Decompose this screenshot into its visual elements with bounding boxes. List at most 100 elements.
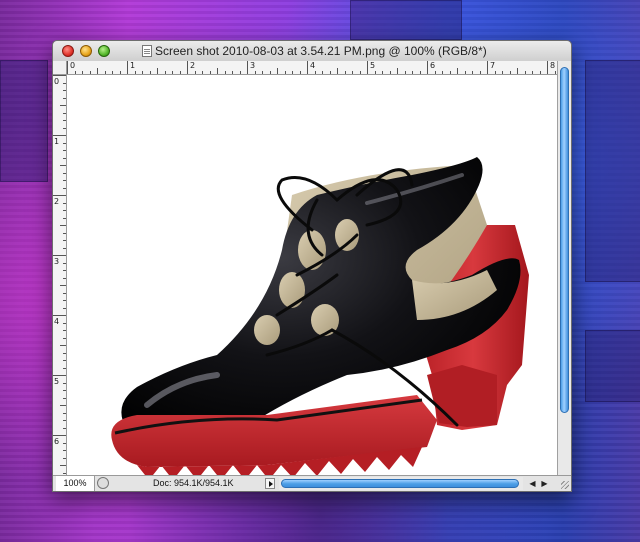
ruler-tick: [97, 68, 98, 74]
ruler-tick: [209, 71, 211, 74]
ruler-tick: [63, 247, 66, 249]
ruler-tick: [63, 127, 66, 129]
ruler-tick: [262, 71, 263, 74]
ruler-tick: [412, 71, 413, 74]
ruler-label: 5: [370, 61, 376, 70]
ruler-tick: [60, 345, 66, 346]
ruler-tick: [292, 71, 293, 74]
horizontal-scrollbar[interactable]: [279, 477, 523, 490]
ruler-origin[interactable]: [53, 61, 67, 75]
ruler-label: 4: [54, 317, 60, 326]
status-bar: 100% Doc: 954.1K/954.1K ◀ ▶: [53, 475, 571, 491]
ruler-tick: [142, 71, 143, 74]
ruler-tick: [63, 472, 66, 474]
ruler-tick: [367, 61, 368, 74]
scroll-left-arrow-icon[interactable]: ◀: [527, 477, 538, 490]
ruler-tick: [457, 68, 458, 74]
ruler-tick: [63, 330, 66, 331]
ruler-tick: [517, 68, 518, 74]
ruler-tick: [374, 71, 376, 74]
ruler-label: 3: [54, 257, 60, 266]
desktop-building: [0, 60, 48, 182]
ruler-tick: [502, 71, 503, 74]
zoom-button[interactable]: [98, 45, 110, 57]
ruler-tick: [63, 217, 66, 219]
ruler-tick: [89, 71, 91, 74]
ruler-tick: [427, 61, 428, 74]
ruler-tick: [63, 112, 66, 114]
ruler-tick: [63, 300, 66, 301]
ruler-tick: [60, 465, 66, 466]
ruler-tick: [419, 71, 421, 74]
vertical-ruler[interactable]: 0 1 2 3 4 5 6: [53, 75, 67, 475]
ruler-tick: [63, 352, 66, 354]
zoom-field[interactable]: 100%: [56, 476, 95, 491]
ruler-tick: [337, 68, 338, 74]
ruler-tick: [112, 71, 113, 74]
ruler-tick: [247, 61, 248, 74]
ruler-tick: [63, 337, 66, 339]
minimize-button[interactable]: [80, 45, 92, 57]
ruler-tick: [63, 382, 66, 384]
status-toggle-icon[interactable]: [97, 477, 109, 489]
ruler-tick: [554, 71, 556, 74]
close-button[interactable]: [62, 45, 74, 57]
ruler-tick: [344, 71, 346, 74]
ruler-tick: [60, 225, 66, 226]
resize-grip-icon[interactable]: [557, 476, 571, 491]
status-menu-arrow-icon[interactable]: [265, 478, 275, 489]
ruler-tick: [539, 71, 541, 74]
vertical-scrollbar[interactable]: [557, 61, 571, 475]
cutout: [254, 315, 280, 345]
ruler-tick: [67, 61, 68, 74]
ruler-tick: [74, 71, 76, 74]
ruler-label: 7: [490, 61, 496, 70]
ruler-tick: [63, 202, 66, 204]
document-size: Doc: 954.1K/954.1K: [153, 478, 234, 488]
image-canvas[interactable]: [67, 75, 557, 475]
ruler-tick: [194, 71, 196, 74]
ruler-tick: [202, 71, 203, 74]
ruler-tick: [63, 292, 66, 294]
ruler-tick: [532, 71, 533, 74]
desktop-building: [585, 60, 640, 282]
ruler-tick: [63, 427, 66, 429]
ruler-tick: [494, 71, 496, 74]
ruler-tick: [314, 71, 316, 74]
ruler-tick: [82, 71, 83, 74]
ruler-tick: [149, 71, 151, 74]
ruler-tick: [63, 367, 66, 369]
ruler-tick: [217, 68, 218, 74]
ruler-label: 3: [250, 61, 256, 70]
ruler-tick: [63, 420, 66, 421]
ruler-tick: [63, 322, 66, 324]
horizontal-ruler[interactable]: 0 1 2 3 4 5 6 7 8: [67, 61, 557, 75]
document-icon[interactable]: [142, 45, 152, 57]
ruler-tick: [127, 61, 128, 74]
ruler-tick: [60, 405, 66, 406]
title-bar[interactable]: Screen shot 2010-08-03 at 3.54.21 PM.png…: [53, 41, 571, 62]
ruler-tick: [442, 71, 443, 74]
ruler-tick: [472, 71, 473, 74]
ruler-tick: [434, 71, 436, 74]
ruler-tick: [397, 68, 398, 74]
ruler-tick: [63, 180, 66, 181]
ruler-tick: [63, 240, 66, 241]
ruler-tick: [53, 315, 66, 316]
ruler-tick: [277, 68, 278, 74]
scroll-right-arrow-icon[interactable]: ▶: [539, 477, 550, 490]
ruler-tick: [63, 412, 66, 414]
ruler-tick: [60, 285, 66, 286]
ruler-tick: [254, 71, 256, 74]
ruler-label: 1: [130, 61, 136, 70]
vertical-scroll-thumb[interactable]: [560, 67, 569, 413]
ruler-label: 0: [70, 61, 76, 70]
ruler-tick: [53, 255, 66, 256]
ruler-tick: [329, 71, 331, 74]
ruler-tick: [63, 232, 66, 234]
horizontal-scroll-thumb[interactable]: [281, 479, 519, 488]
ruler-tick: [389, 71, 391, 74]
ruler-tick: [53, 135, 66, 136]
ruler-tick: [63, 142, 66, 144]
ruler-tick: [104, 71, 106, 74]
